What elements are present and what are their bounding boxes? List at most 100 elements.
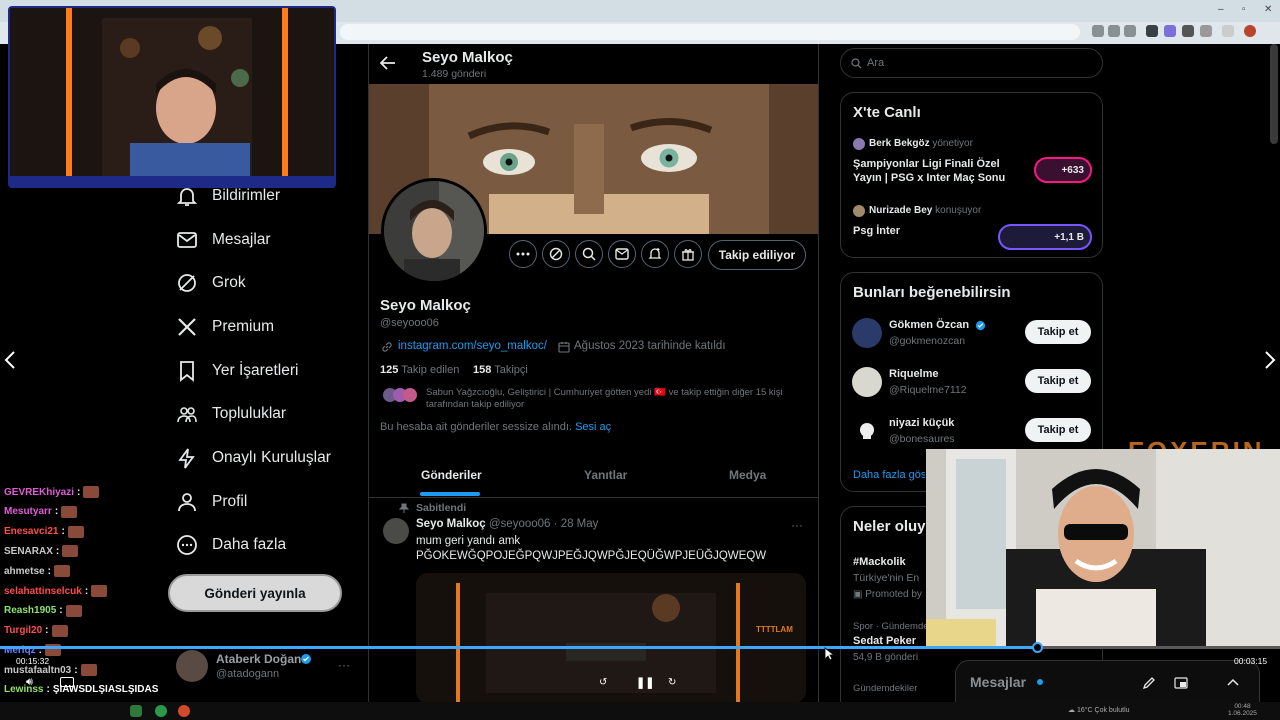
captions-icon[interactable] [60, 677, 74, 687]
nav-item-6[interactable]: Onaylı Kuruluşlar [176, 441, 331, 475]
chat-username[interactable]: Reash1905 [4, 605, 56, 616]
following-button[interactable]: Takip ediliyor [708, 240, 806, 270]
tab-media[interactable]: Medya [729, 468, 766, 482]
suggestion-name[interactable]: Gökmen Özcan [889, 319, 969, 331]
nav-item-label: Onaylı Kuruluşlar [212, 449, 331, 466]
nav-item-3[interactable]: Premium [176, 310, 274, 344]
suggestion-avatar[interactable] [852, 367, 882, 397]
tweet-date[interactable]: 28 May [561, 518, 599, 530]
follow-button[interactable]: Takip et [1025, 418, 1091, 442]
pause-icon[interactable]: ❚❚ [636, 676, 654, 689]
tab-posts[interactable]: Gönderiler [421, 468, 482, 482]
live-space-title[interactable]: Şampiyonlar Ligi Finali Özel Yayın | PSG… [853, 157, 1023, 185]
search-box[interactable]: Ara [840, 48, 1103, 78]
chat-username[interactable]: selahattinselcuk [4, 586, 82, 597]
profile-website-link[interactable]: instagram.com/seyo_malkoc/ [398, 340, 547, 352]
nav-item-label: Bildirimler [212, 187, 281, 204]
extension-icon[interactable] [1182, 25, 1194, 37]
tweet-author-name[interactable]: Seyo Malkoç [416, 518, 486, 530]
profile-handle: @seyooo06 [380, 317, 439, 329]
chat-username[interactable]: Enesavci21 [4, 526, 59, 537]
account-menu-icon[interactable]: ··· [338, 658, 350, 672]
tweet-avatar[interactable] [383, 518, 409, 544]
zoom-icon[interactable] [1108, 25, 1120, 37]
followers-label: Takipçi [494, 364, 528, 376]
search-profile-button[interactable] [575, 240, 603, 268]
extension-icon[interactable] [1200, 25, 1212, 37]
post-button[interactable]: Gönderi yayınla [168, 574, 342, 612]
message-button[interactable] [608, 240, 636, 268]
trend-tag[interactable]: #Mackolik [853, 556, 906, 568]
tab-replies[interactable]: Yanıtlar [584, 468, 627, 482]
taskbar-app-icon[interactable] [178, 705, 190, 717]
chat-username[interactable]: ahmetse [4, 566, 45, 577]
more-options-button[interactable] [509, 240, 537, 268]
live-listeners-pill[interactable]: +633 [1034, 157, 1092, 183]
following-count-link[interactable]: 125 Takip edilen [380, 364, 459, 376]
search-icon [851, 58, 862, 69]
follow-button[interactable]: Takip et [1025, 369, 1091, 393]
extension-icon[interactable] [1146, 25, 1158, 37]
nav-item-label: Yer İşaretleri [212, 362, 299, 379]
account-avatar[interactable] [176, 650, 208, 682]
tweet-video[interactable]: TTTTLAM ↺ ❚❚ ↻ [416, 573, 806, 703]
star-icon[interactable] [1124, 25, 1136, 37]
notify-button[interactable] [641, 240, 669, 268]
show-more-link[interactable]: Daha fazla göster [853, 469, 925, 481]
taskbar-app-icon[interactable] [155, 705, 167, 717]
chat-message: Enesavci21: [4, 525, 84, 538]
streamer-webcam [8, 6, 336, 188]
video-progress-knob[interactable] [1031, 642, 1043, 653]
suggestion-name[interactable]: Riquelme [889, 368, 939, 380]
live-listeners-pill[interactable]: +1,1 B [998, 224, 1092, 250]
chat-message: Reash1905: [4, 604, 82, 617]
suggestion-avatar[interactable] [852, 318, 882, 348]
chevron-right-icon[interactable] [1264, 350, 1276, 370]
grok-button[interactable] [542, 240, 570, 268]
close-window-button[interactable]: ✕ [1264, 4, 1272, 15]
subscribe-button[interactable] [674, 240, 702, 268]
volume-icon[interactable]: 🔊︎ [26, 676, 33, 689]
minimize-button[interactable]: – [1218, 4, 1224, 15]
profile-avatar-icon[interactable] [1244, 25, 1256, 37]
nav-item-2[interactable]: Grok [176, 266, 246, 300]
nav-item-1[interactable]: Mesajlar [176, 223, 271, 257]
followed-by-text[interactable]: Sabun Yağzcıoğlu, Geliştirici | Cumhuriy… [426, 387, 808, 411]
chat-username[interactable]: Lewinss [4, 684, 43, 695]
suggestion-name[interactable]: niyazi küçük [889, 417, 954, 429]
scrollbar-thumb[interactable] [1270, 44, 1278, 144]
chat-username[interactable]: Turgil20 [4, 625, 42, 636]
pip-icon[interactable] [1174, 677, 1188, 689]
unmute-link[interactable]: Sesi aç [575, 421, 611, 433]
messages-dock[interactable]: Mesajlar [955, 660, 1260, 704]
nav-item-8[interactable]: Daha fazla [176, 528, 286, 562]
extension-icon[interactable] [1164, 25, 1176, 37]
chat-username[interactable]: mustafaaltn03 [4, 665, 71, 676]
taskbar-app-icon[interactable] [130, 705, 142, 717]
chevron-up-icon[interactable] [1226, 676, 1240, 690]
chat-message: selahattinselcuk: [4, 585, 108, 597]
chevron-left-icon[interactable] [4, 350, 16, 370]
sidebar-toggle-icon[interactable] [1222, 25, 1234, 37]
forward-30-icon[interactable]: ↻ [668, 677, 676, 688]
profile-avatar[interactable] [381, 178, 487, 284]
followers-count-link[interactable]: 158 Takipçi [473, 364, 528, 376]
rewind-10-icon[interactable]: ↺ [599, 677, 607, 688]
live-space-title[interactable]: Psg İnter [853, 225, 900, 237]
compose-message-icon[interactable] [1142, 676, 1156, 690]
tweet-text-line1: mum geri yandı amk [416, 535, 521, 547]
maximize-button[interactable]: ▫ [1242, 4, 1246, 15]
chat-username[interactable]: Mesutyarr [4, 506, 52, 517]
nav-item-7[interactable]: Profil [176, 485, 247, 519]
chat-username[interactable]: SENARAX [4, 546, 53, 557]
tweet-more-icon[interactable]: ··· [791, 518, 803, 532]
follow-button[interactable]: Takip et [1025, 320, 1091, 344]
nav-item-4[interactable]: Yer İşaretleri [176, 354, 298, 388]
nav-item-5[interactable]: Topluluklar [176, 397, 286, 431]
address-bar[interactable] [340, 24, 1080, 40]
chat-username[interactable]: GEVREKhiyazi [4, 487, 74, 498]
trend-meta: Spor · Gündemde [853, 621, 929, 632]
suggestion-avatar[interactable] [852, 416, 882, 446]
extension-icon[interactable] [1092, 25, 1104, 37]
back-arrow-icon[interactable] [380, 56, 396, 70]
